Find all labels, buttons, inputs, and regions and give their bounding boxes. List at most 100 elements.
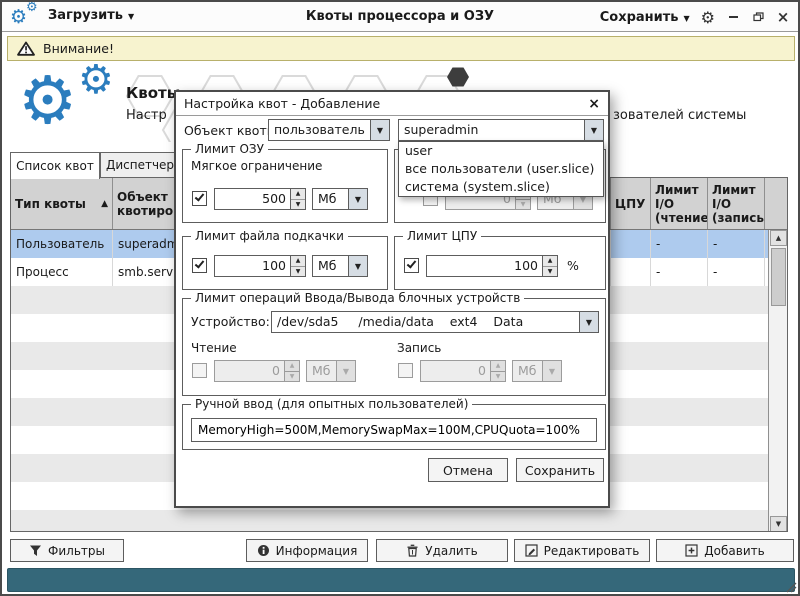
load-menu-button[interactable]: Загрузить ▼ xyxy=(48,8,134,23)
dialog-title-bar[interactable]: Настройка квот - Добавление × xyxy=(176,92,608,116)
scroll-down-button[interactable]: ▼ xyxy=(770,516,787,532)
cpu-percent-label: % xyxy=(567,258,579,273)
io-limit-legend: Лимит операций Ввода/Вывода блочных устр… xyxy=(191,291,524,305)
info-button[interactable]: Информация xyxy=(246,539,368,562)
column-header-filler xyxy=(765,178,787,229)
dropdown-option[interactable]: user xyxy=(399,142,603,160)
edit-button[interactable]: Редактировать xyxy=(514,539,650,562)
load-menu-label: Загрузить xyxy=(48,8,123,23)
cell-io-read: - xyxy=(651,230,708,258)
spin-down-icon[interactable]: ▼ xyxy=(291,267,305,277)
spin-down-icon[interactable]: ▼ xyxy=(291,200,305,210)
swap-limit-unit-select[interactable]: Мб ▼ xyxy=(312,255,368,277)
io-read-unit-select[interactable]: Мб ▼ xyxy=(306,360,356,382)
cell-type: Пользователь xyxy=(11,230,113,258)
column-header-io-write[interactable]: Лимит I/O (запись) xyxy=(708,178,765,229)
swap-limit-group: Лимит файла подкачки 100 ▲▼ Мб ▼ xyxy=(182,236,388,290)
cpu-limit-spinbox[interactable]: 100 ▲▼ xyxy=(426,255,558,277)
swap-limit-spinbox[interactable]: 100 ▲▼ xyxy=(214,255,306,277)
quota-type-select[interactable]: пользователь ▼ xyxy=(268,119,390,141)
status-bar xyxy=(7,568,795,592)
plus-icon xyxy=(685,544,698,557)
spin-up-icon[interactable]: ▲ xyxy=(491,361,505,372)
quota-object-label: Объект квоты: xyxy=(184,123,281,138)
dropdown-arrow-icon: ▼ xyxy=(579,312,598,332)
io-write-unit-select[interactable]: Мб ▼ xyxy=(512,360,562,382)
dropdown-option[interactable]: система (system.slice) xyxy=(399,178,603,196)
io-write-spinbox[interactable]: 0 ▲▼ xyxy=(420,360,506,382)
io-read-spinbox[interactable]: 0 ▲▼ xyxy=(214,360,300,382)
restore-icon xyxy=(753,12,764,22)
page-subtitle-left: Настр xyxy=(126,108,167,123)
spin-down-icon[interactable]: ▼ xyxy=(516,200,530,210)
cell-io-write: - xyxy=(708,230,765,258)
dialog-close-button[interactable]: × xyxy=(588,96,600,112)
settings-gear-button[interactable]: ⚙ xyxy=(701,8,715,27)
device-select[interactable]: /dev/sda5 /media/data ext4 Data ▼ xyxy=(271,311,599,333)
spin-up-icon[interactable]: ▲ xyxy=(285,361,299,372)
quota-settings-dialog: Настройка квот - Добавление × Объект кво… xyxy=(174,90,610,508)
checkmark-icon xyxy=(195,191,205,201)
info-icon xyxy=(257,544,270,557)
dropdown-arrow-icon: ▼ xyxy=(348,256,367,276)
dropdown-arrow-icon: ▼ xyxy=(542,361,561,381)
app-logo-gears-icon: ⚙ ⚙ xyxy=(10,4,46,30)
warning-text: Внимание! xyxy=(43,41,114,56)
spin-up-icon[interactable]: ▲ xyxy=(291,256,305,267)
column-header-object[interactable]: Объект квотирования xyxy=(113,178,177,229)
column-header-type[interactable]: Тип квоты ▲ xyxy=(11,178,113,229)
soft-limit-label: Мягкое ограничение xyxy=(191,159,322,173)
page-title: Квоты xyxy=(126,84,180,102)
vertical-scrollbar[interactable]: ▲ ▼ xyxy=(768,230,787,532)
swap-limit-checkbox[interactable] xyxy=(192,258,207,273)
spin-down-icon[interactable]: ▼ xyxy=(491,372,505,382)
dropdown-arrow-icon: ▼ xyxy=(348,189,367,209)
save-menu-button[interactable]: Сохранить ▼ xyxy=(600,10,690,25)
spin-up-icon[interactable]: ▲ xyxy=(291,189,305,200)
minimize-button[interactable] xyxy=(726,9,740,25)
gear-icon: ⚙ xyxy=(18,68,77,134)
save-button[interactable]: Сохранить xyxy=(516,458,604,482)
cpu-limit-group: Лимит ЦПУ 100 ▲▼ % xyxy=(394,236,606,290)
spin-down-icon[interactable]: ▼ xyxy=(285,372,299,382)
manual-input-group: Ручной ввод (для опытных пользователей) xyxy=(182,404,606,450)
filters-button[interactable]: Фильтры xyxy=(10,539,124,562)
column-header-io-read[interactable]: Лимит I/O (чтение) xyxy=(651,178,708,229)
funnel-icon xyxy=(29,544,42,557)
table-row-empty xyxy=(11,510,787,532)
io-read-checkbox[interactable] xyxy=(192,363,207,378)
maximize-button[interactable] xyxy=(751,9,765,25)
cancel-button[interactable]: Отмена xyxy=(428,458,508,482)
minimize-icon xyxy=(729,16,738,18)
delete-button[interactable]: Удалить xyxy=(376,539,508,562)
cpu-limit-checkbox[interactable] xyxy=(404,258,419,273)
resize-grip[interactable] xyxy=(785,581,797,593)
scroll-up-button[interactable]: ▲ xyxy=(770,230,787,246)
soft-limit-checkbox[interactable] xyxy=(192,191,207,206)
soft-limit-spinbox[interactable]: 500 ▲▼ xyxy=(214,188,306,210)
scroll-thumb[interactable] xyxy=(771,248,786,306)
soft-limit-unit-select[interactable]: Мб ▼ xyxy=(312,188,368,210)
spin-down-icon[interactable]: ▼ xyxy=(543,267,557,277)
tab-dispatcher[interactable]: Диспетчер xyxy=(100,152,180,178)
io-write-checkbox[interactable] xyxy=(398,363,413,378)
dropdown-option[interactable]: все пользователи (user.slice) xyxy=(399,160,603,178)
tab-label: Диспетчер xyxy=(106,158,174,172)
cell-object: superadmin xyxy=(113,230,177,258)
gear-icon: ⚙ xyxy=(26,0,38,15)
pencil-icon xyxy=(525,544,538,557)
spin-up-icon[interactable]: ▲ xyxy=(543,256,557,267)
add-button[interactable]: Добавить xyxy=(656,539,794,562)
device-label: Устройство: xyxy=(191,314,270,329)
dialog-title: Настройка квот - Добавление xyxy=(184,96,380,111)
app-logo-large-icon: ⚙ ⚙ xyxy=(14,60,122,148)
column-header-cpu[interactable]: ЦПУ xyxy=(611,178,651,229)
window-title: Квоты процессора и ОЗУ xyxy=(306,9,494,24)
manual-input-field[interactable] xyxy=(191,418,597,442)
cell-cpu xyxy=(611,258,651,286)
tab-quota-list[interactable]: Список квот xyxy=(10,152,100,179)
close-button[interactable]: × xyxy=(776,9,790,25)
warning-icon xyxy=(17,41,35,56)
gear-icon: ⚙ xyxy=(78,60,114,100)
quota-target-select[interactable]: superadmin ▼ xyxy=(398,119,604,141)
